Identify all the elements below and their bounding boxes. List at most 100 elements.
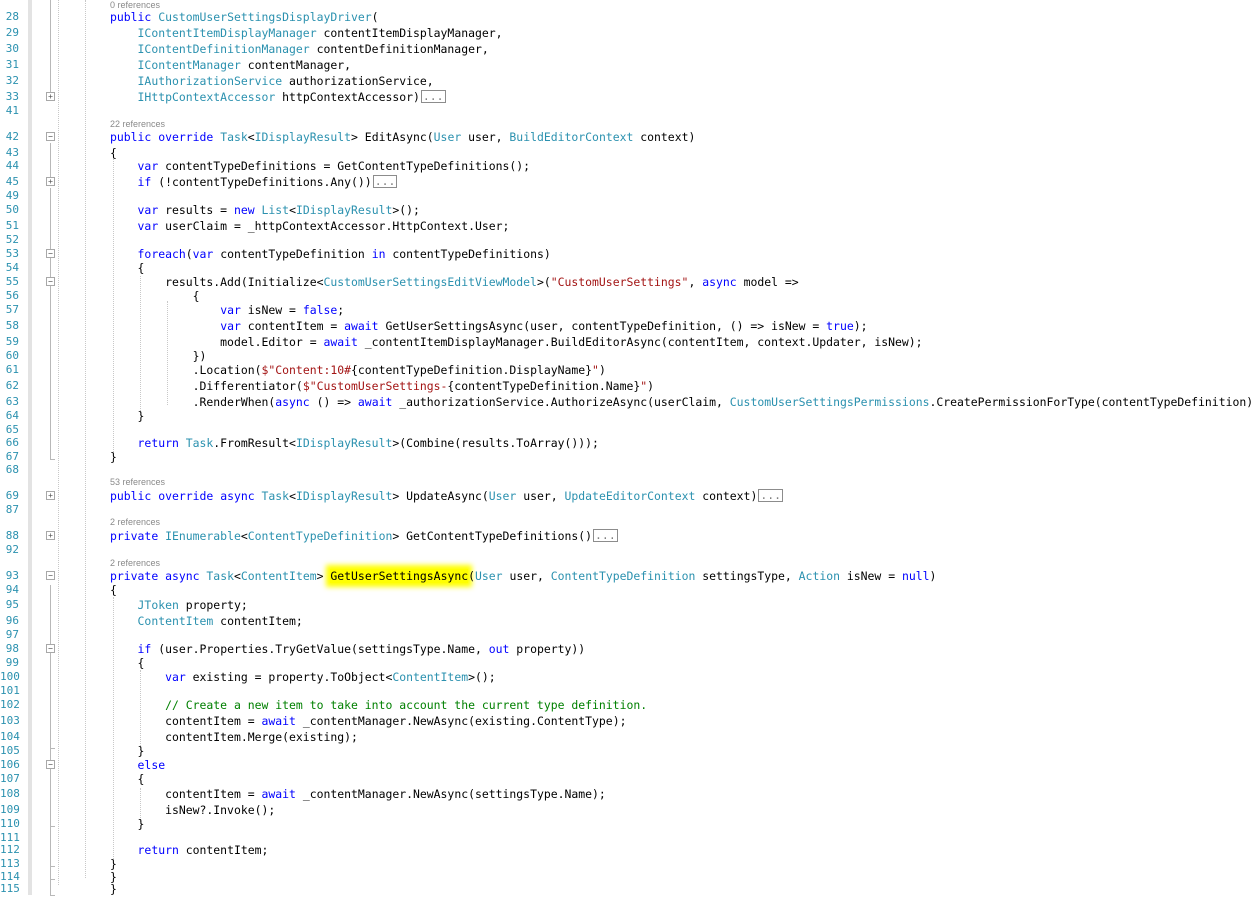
code-line[interactable]: } bbox=[110, 857, 117, 871]
code-line[interactable]: isNew?.Invoke(); bbox=[110, 803, 275, 817]
codelens-references[interactable]: 0 references bbox=[110, 0, 160, 10]
code-line[interactable]: public override Task<IDisplayResult> Edi… bbox=[110, 130, 695, 144]
code-token: httpContextAccessor) bbox=[275, 90, 420, 104]
code-token: GetUserSettingsAsync(user, contentTypeDe… bbox=[385, 319, 827, 333]
code-token: ContentItem bbox=[392, 670, 469, 684]
code-line[interactable]: foreach(var contentTypeDefinition in con… bbox=[110, 247, 551, 261]
code-token: settingsType, bbox=[695, 569, 799, 583]
line-number: 54 bbox=[5, 261, 19, 274]
code-line[interactable]: public CustomUserSettingsDisplayDriver( bbox=[110, 10, 379, 24]
code-line[interactable]: else bbox=[110, 758, 166, 772]
code-line[interactable]: if (user.Properties.TryGetValue(settings… bbox=[110, 642, 586, 656]
expand-region-toggle[interactable]: + bbox=[46, 531, 55, 540]
code-line[interactable]: return Task.FromResult<IDisplayResult>(C… bbox=[110, 436, 599, 450]
code-token: await bbox=[357, 395, 400, 409]
code-token: ( bbox=[468, 569, 476, 583]
code-line[interactable]: } bbox=[110, 817, 145, 831]
code-line[interactable]: { bbox=[110, 261, 145, 275]
collapse-region-toggle[interactable]: − bbox=[46, 760, 55, 769]
code-line[interactable]: var results = new List<IDisplayResult>()… bbox=[110, 203, 420, 217]
expand-region-toggle[interactable]: + bbox=[46, 177, 55, 186]
code-line[interactable]: } bbox=[110, 409, 145, 423]
code-line[interactable]: ContentItem contentItem; bbox=[110, 614, 303, 628]
code-line[interactable]: if (!contentTypeDefinitions.Any())... bbox=[110, 175, 398, 189]
line-number: 43 bbox=[5, 146, 19, 159]
codelens-references[interactable]: 2 references bbox=[110, 517, 160, 527]
collapse-region-toggle[interactable]: − bbox=[46, 249, 55, 258]
code-token: List bbox=[261, 203, 290, 217]
code-line[interactable]: .Location($"Content:10#{contentTypeDefin… bbox=[110, 363, 606, 377]
code-line[interactable]: contentItem.Merge(existing); bbox=[110, 730, 358, 744]
collapse-region-toggle[interactable]: − bbox=[46, 644, 55, 653]
code-token: User bbox=[433, 130, 462, 144]
code-token: authorizationService, bbox=[282, 74, 434, 88]
code-line[interactable]: contentItem = await _contentManager.NewA… bbox=[110, 787, 606, 801]
expand-region-toggle[interactable]: + bbox=[46, 491, 55, 500]
code-line[interactable]: var isNew = false; bbox=[110, 303, 344, 317]
code-token: results.Add(Initialize< bbox=[110, 275, 324, 289]
codelens-references[interactable]: 22 references bbox=[110, 119, 165, 129]
code-line[interactable]: IContentManager contentManager, bbox=[110, 58, 351, 72]
code-line[interactable]: var existing = property.ToObject<Content… bbox=[110, 670, 496, 684]
code-line[interactable]: IContentItemDisplayManager contentItemDi… bbox=[110, 26, 503, 40]
code-token: true bbox=[826, 319, 854, 333]
code-line[interactable]: var contentItem = await GetUserSettingsA… bbox=[110, 319, 868, 333]
collapsed-region-marker[interactable]: ... bbox=[758, 489, 784, 502]
code-line[interactable]: private IEnumerable<ContentTypeDefinitio… bbox=[110, 529, 618, 543]
code-token: Action bbox=[798, 569, 840, 583]
code-line[interactable]: public override async Task<IDisplayResul… bbox=[110, 489, 784, 503]
code-line[interactable]: } bbox=[110, 882, 117, 896]
collapsed-region-marker[interactable]: ... bbox=[420, 90, 446, 103]
line-number: 51 bbox=[5, 219, 19, 232]
collapse-region-toggle[interactable]: − bbox=[46, 132, 55, 141]
code-line[interactable]: contentItem = await _contentManager.NewA… bbox=[110, 714, 626, 728]
collapse-region-toggle[interactable]: − bbox=[46, 571, 55, 580]
code-token: < bbox=[247, 130, 255, 144]
code-line[interactable]: private async Task<ContentItem> GetUserS… bbox=[110, 569, 936, 583]
code-editor[interactable]: 28 29 30 31 32 33 41 42 43 44 45 49 50 51 52 53 54 55 56 57… bbox=[0, 0, 1254, 899]
line-number: 49 bbox=[5, 189, 19, 202]
code-token: ); bbox=[853, 319, 868, 333]
code-line[interactable]: var userClaim = _httpContextAccessor.Htt… bbox=[110, 219, 510, 233]
codelens-references[interactable]: 53 references bbox=[110, 477, 165, 487]
code-line[interactable]: { bbox=[110, 772, 145, 786]
code-line[interactable]: { bbox=[110, 656, 145, 670]
expand-region-toggle[interactable]: + bbox=[46, 92, 55, 101]
code-token: contentItem; bbox=[185, 843, 269, 857]
code-line[interactable]: .Differentiator($"CustomUserSettings-{co… bbox=[110, 379, 654, 393]
code-line[interactable]: results.Add(Initialize<CustomUserSetting… bbox=[110, 275, 799, 289]
code-line[interactable]: return contentItem; bbox=[110, 843, 269, 857]
code-token: else bbox=[137, 758, 166, 772]
code-token: foreach bbox=[137, 247, 186, 261]
code-line[interactable]: IAuthorizationService authorizationServi… bbox=[110, 74, 434, 88]
code-line[interactable]: { bbox=[110, 583, 117, 597]
code-line[interactable]: // Create a new item to take into accoun… bbox=[110, 698, 647, 712]
code-line[interactable]: var contentTypeDefinitions = GetContentT… bbox=[110, 159, 531, 173]
code-token: IDisplayResult bbox=[295, 489, 393, 503]
collapsed-region-marker[interactable]: ... bbox=[593, 529, 618, 542]
code-token: (!contentTypeDefinitions.Any()) bbox=[158, 175, 372, 189]
code-line[interactable]: model.Editor = await _contentItemDisplay… bbox=[110, 335, 922, 349]
line-number: 33 bbox=[5, 90, 19, 103]
code-line[interactable]: IHttpContextAccessor httpContextAccessor… bbox=[110, 90, 446, 104]
code-token: contentItem = bbox=[247, 319, 345, 333]
collapse-region-toggle[interactable]: − bbox=[46, 277, 55, 286]
codelens-references[interactable]: 2 references bbox=[110, 558, 160, 568]
code-token: async bbox=[275, 395, 317, 409]
code-token: if bbox=[137, 175, 159, 189]
code-line[interactable]: } bbox=[110, 744, 145, 758]
code-token: return bbox=[137, 436, 186, 450]
code-line[interactable]: } bbox=[110, 450, 117, 464]
line-number: 95 bbox=[5, 598, 19, 611]
code-line[interactable]: { bbox=[110, 289, 200, 303]
code-line[interactable]: { bbox=[110, 146, 117, 160]
code-line[interactable]: JToken property; bbox=[110, 598, 248, 612]
code-line[interactable]: .RenderWhen(async () => await _authoriza… bbox=[110, 395, 1254, 409]
code-token: IDisplayResult bbox=[295, 203, 393, 217]
highlighted-symbol[interactable]: GetUserSettingsAsync bbox=[330, 569, 469, 583]
code-line[interactable]: IContentDefinitionManager contentDefinit… bbox=[110, 42, 489, 56]
collapsed-region-marker[interactable]: ... bbox=[372, 175, 398, 188]
code-line[interactable]: }) bbox=[110, 349, 207, 363]
